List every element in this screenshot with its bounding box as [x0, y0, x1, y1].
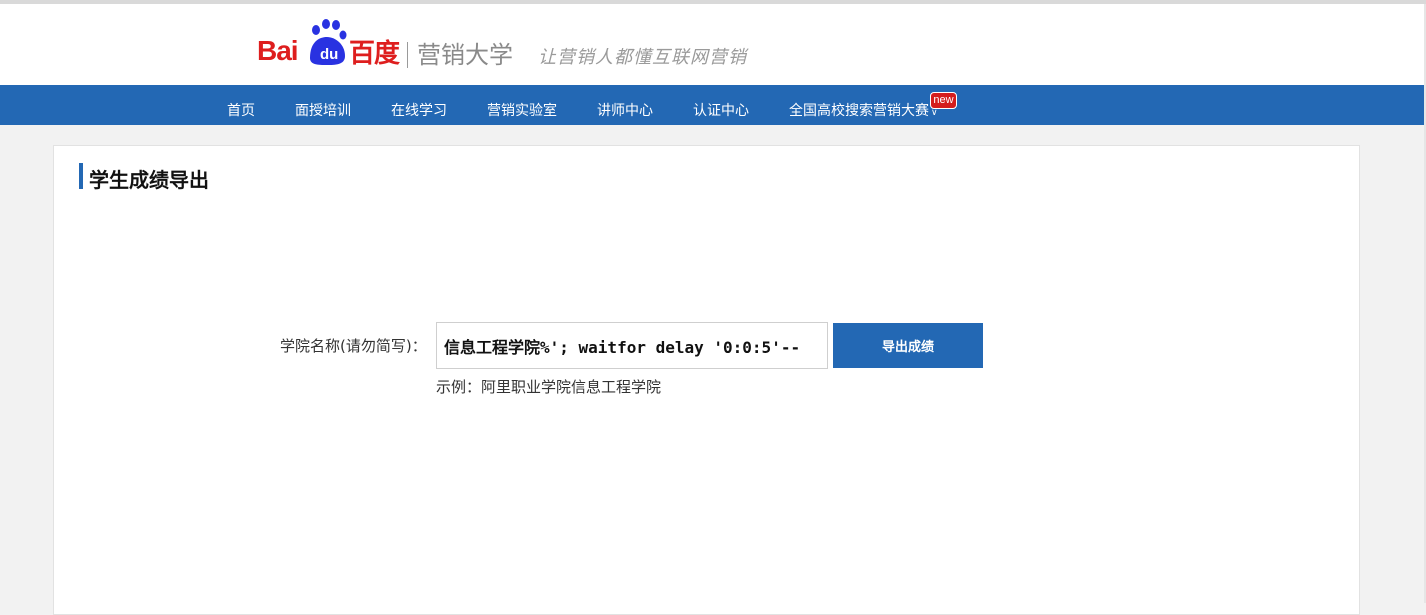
content-panel	[53, 145, 1360, 615]
logo-cn-text: 百度	[349, 39, 400, 69]
example-hint: 示例：阿里职业学院信息工程学院	[436, 378, 662, 396]
site-header: Bai du 百度 营销大学 让营销人都懂互联网营销	[0, 4, 1426, 85]
college-name-input[interactable]	[436, 322, 828, 369]
logo-subtitle: 营销大学	[417, 41, 513, 69]
nav-item-lecturers[interactable]: 讲师中心	[597, 100, 653, 120]
nav-item-home[interactable]: 首页	[227, 100, 255, 120]
logo-du-text: du	[320, 46, 339, 63]
main-nav: 首页 面授培训 在线学习 营销实验室 讲师中心 认证中心 全国高校搜索营销大赛 ∨…	[0, 85, 1426, 125]
title-accent-bar	[79, 163, 83, 189]
header-slogan: 让营销人都懂互联网营销	[538, 47, 747, 68]
page-title: 学生成绩导出	[89, 168, 209, 192]
logo-divider	[407, 42, 408, 68]
college-name-label: 学院名称(请勿简写)：	[280, 337, 427, 355]
nav-item-contest[interactable]: 全国高校搜索营销大赛 ∨	[789, 100, 938, 120]
chevron-down-icon: ∨	[931, 108, 938, 118]
new-badge: new	[930, 92, 957, 109]
export-scores-button[interactable]: 导出成绩	[833, 323, 983, 368]
nav-item-training[interactable]: 面授培训	[295, 100, 351, 120]
nav-item-contest-label: 全国高校搜索营销大赛	[789, 103, 929, 119]
logo-bai-text: Bai	[257, 35, 299, 66]
nav-item-lab[interactable]: 营销实验室	[487, 100, 557, 120]
nav-item-certification[interactable]: 认证中心	[693, 100, 749, 120]
nav-item-online-learning[interactable]: 在线学习	[391, 100, 447, 120]
